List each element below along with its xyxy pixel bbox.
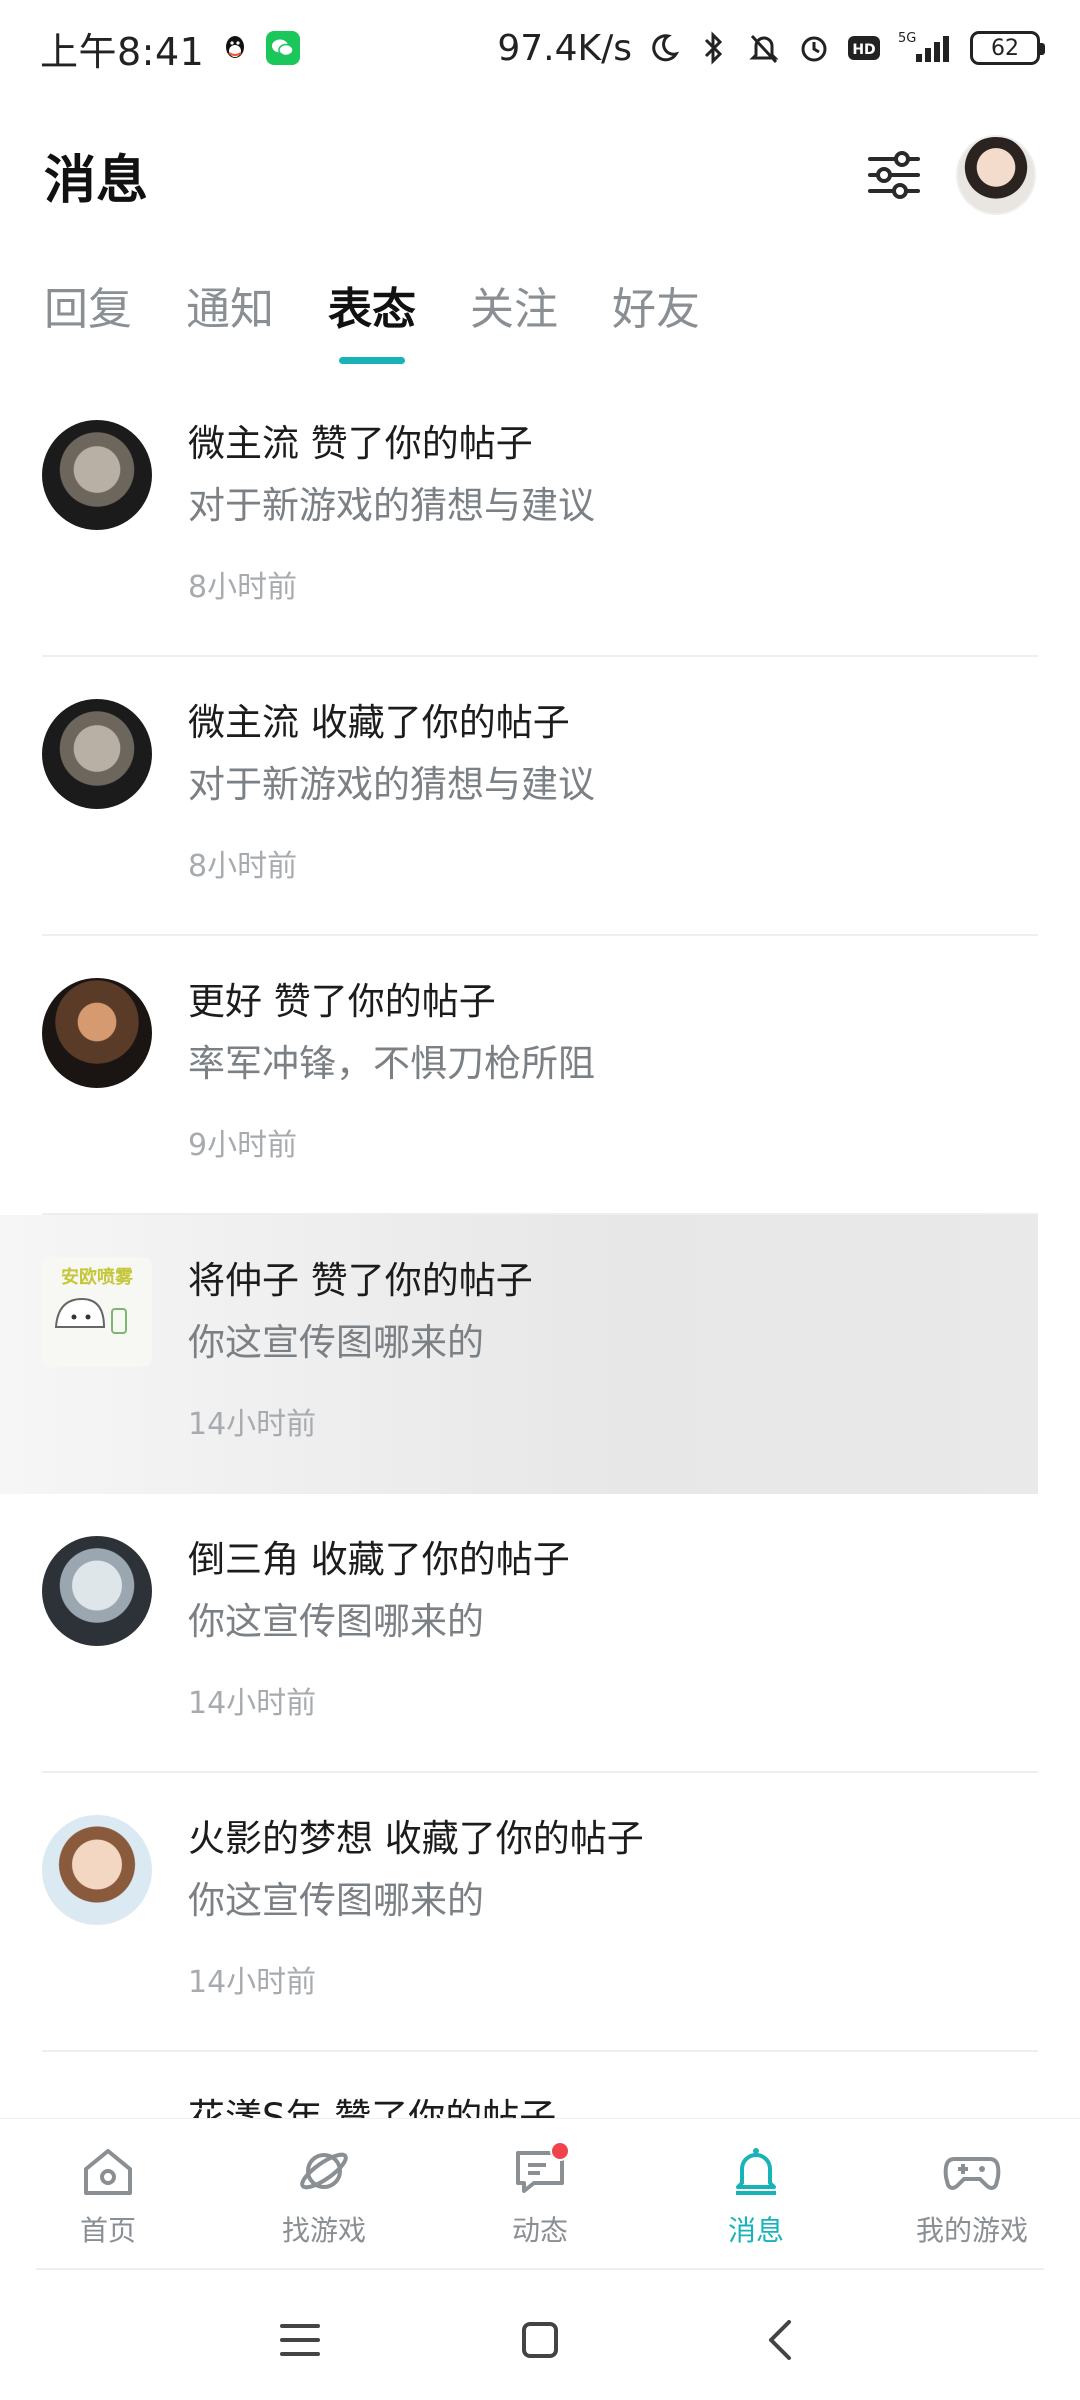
back-button[interactable] xyxy=(750,2310,810,2370)
nav-home[interactable]: 首页 xyxy=(0,2119,216,2268)
message-title: 将仲子 赞了你的帖子 xyxy=(188,1259,533,1302)
bearded-man-avatar[interactable] xyxy=(42,978,152,1088)
post-title: 你这宣传图哪来的 xyxy=(188,1321,484,1364)
list-item[interactable]: 微主流 收藏了你的帖子 对于新游戏的猜想与建议 8小时前 xyxy=(0,657,1080,936)
chat-icon xyxy=(508,2139,572,2203)
network-speed: 97.4K/s xyxy=(497,27,632,69)
page-title: 消息 xyxy=(44,150,149,211)
post-title: 率军冲锋，不惧刀枪所阻 xyxy=(188,1042,595,1085)
nav-feed[interactable]: 动态 xyxy=(432,2119,648,2268)
alarm-icon xyxy=(796,30,832,66)
armor-avatar[interactable] xyxy=(42,699,152,809)
wechat-icon xyxy=(266,31,301,65)
post-title: 你这宣传图哪来的 xyxy=(188,1879,484,1922)
divider xyxy=(36,2268,1044,2270)
armor-avatar[interactable] xyxy=(42,420,152,530)
nav-label: 消息 xyxy=(727,2213,784,2247)
message-title: 更好 赞了你的帖子 xyxy=(188,980,496,1023)
message-time: 14小时前 xyxy=(188,1686,317,1721)
message-title: 倒三角 收藏了你的帖子 xyxy=(188,1538,570,1581)
nav-find-games[interactable]: 找游戏 xyxy=(216,2119,432,2268)
avatar-text: 安欧喷雾 xyxy=(61,1266,134,1288)
message-time: 14小时前 xyxy=(188,1965,317,2000)
bottom-navigation: 首页 找游戏 动态 消息 我的游戏 xyxy=(0,2118,1080,2268)
anime-girl-avatar[interactable] xyxy=(42,1536,152,1646)
moon-icon xyxy=(646,30,682,66)
message-time: 8小时前 xyxy=(188,570,298,605)
message-time: 8小时前 xyxy=(188,849,298,884)
app-header: 消息 xyxy=(0,120,1080,230)
tab-follow[interactable]: 关注 xyxy=(470,270,558,350)
notification-badge xyxy=(550,2140,570,2161)
nav-label: 找游戏 xyxy=(281,2213,366,2247)
list-item[interactable]: 微主流 赞了你的帖子 对于新游戏的猜想与建议 8小时前 xyxy=(0,378,1080,657)
gamepad-icon xyxy=(940,2139,1004,2203)
list-item[interactable]: 倒三角 收藏了你的帖子 你这宣传图哪来的 14小时前 xyxy=(0,1494,1080,1773)
svg-text:5G: 5G xyxy=(898,31,916,46)
svg-text:HD: HD xyxy=(852,42,875,58)
sliders-icon xyxy=(868,151,920,199)
nav-label: 动态 xyxy=(511,2213,568,2247)
tab-notice[interactable]: 通知 xyxy=(186,270,274,350)
back-arrow-icon xyxy=(769,2320,791,2360)
tab-reaction[interactable]: 表态 xyxy=(328,270,416,350)
post-title: 对于新游戏的猜想与建议 xyxy=(188,763,595,806)
square-icon xyxy=(522,2322,558,2358)
message-time: 9小时前 xyxy=(188,1128,298,1163)
qq-icon xyxy=(218,31,252,65)
status-bar: 上午8:41 97.4K/s HD 5G 62 xyxy=(0,0,1080,96)
bell-icon xyxy=(724,2139,788,2203)
list-item[interactable]: 更好 赞了你的帖子 率军冲锋，不惧刀枪所阻 9小时前 xyxy=(0,936,1080,1215)
nav-my-games[interactable]: 我的游戏 xyxy=(864,2119,1080,2268)
home-button[interactable] xyxy=(510,2310,570,2370)
signal-icon: 5G xyxy=(896,30,956,66)
message-list: 微主流 赞了你的帖子 对于新游戏的猜想与建议 8小时前 微主流 收藏了你的帖子 … xyxy=(0,378,1080,2204)
message-time: 14小时前 xyxy=(188,1407,317,1442)
mute-bell-icon xyxy=(746,30,782,66)
filter-settings-button[interactable] xyxy=(864,145,924,205)
list-item[interactable]: 安欧喷雾 将仲子 赞了你的帖子 你这宣传图哪来的 14小时前 xyxy=(0,1215,1038,1494)
battery-indicator: 62 xyxy=(970,31,1045,65)
planet-icon xyxy=(292,2139,356,2203)
hd-icon: HD xyxy=(846,30,882,66)
menu-button[interactable] xyxy=(270,2310,330,2370)
menu-icon xyxy=(280,2324,320,2356)
message-title: 微主流 赞了你的帖子 xyxy=(188,422,533,465)
message-title: 火影的梦想 收藏了你的帖子 xyxy=(188,1817,644,1860)
tab-friends[interactable]: 好友 xyxy=(612,270,700,350)
nav-label: 首页 xyxy=(79,2213,136,2247)
ghost-sticker-avatar[interactable]: 安欧喷雾 xyxy=(42,1257,152,1367)
message-title: 微主流 收藏了你的帖子 xyxy=(188,701,570,744)
post-title: 你这宣传图哪来的 xyxy=(188,1600,484,1643)
nav-messages[interactable]: 消息 xyxy=(648,2119,864,2268)
anime-boy-avatar[interactable] xyxy=(42,1815,152,1925)
nav-label: 我的游戏 xyxy=(915,2213,1028,2247)
home-icon xyxy=(76,2139,140,2203)
post-title: 对于新游戏的猜想与建议 xyxy=(188,484,595,527)
tab-reply[interactable]: 回复 xyxy=(44,270,132,350)
system-navigation xyxy=(0,2280,1080,2400)
bluetooth-icon xyxy=(696,30,732,66)
status-time: 上午8:41 xyxy=(40,29,205,74)
user-avatar[interactable] xyxy=(956,135,1036,215)
list-item[interactable]: 火影的梦想 收藏了你的帖子 你这宣传图哪来的 14小时前 xyxy=(0,1773,1080,2052)
message-tabs: 回复 通知 表态 关注 好友 xyxy=(0,270,1080,370)
